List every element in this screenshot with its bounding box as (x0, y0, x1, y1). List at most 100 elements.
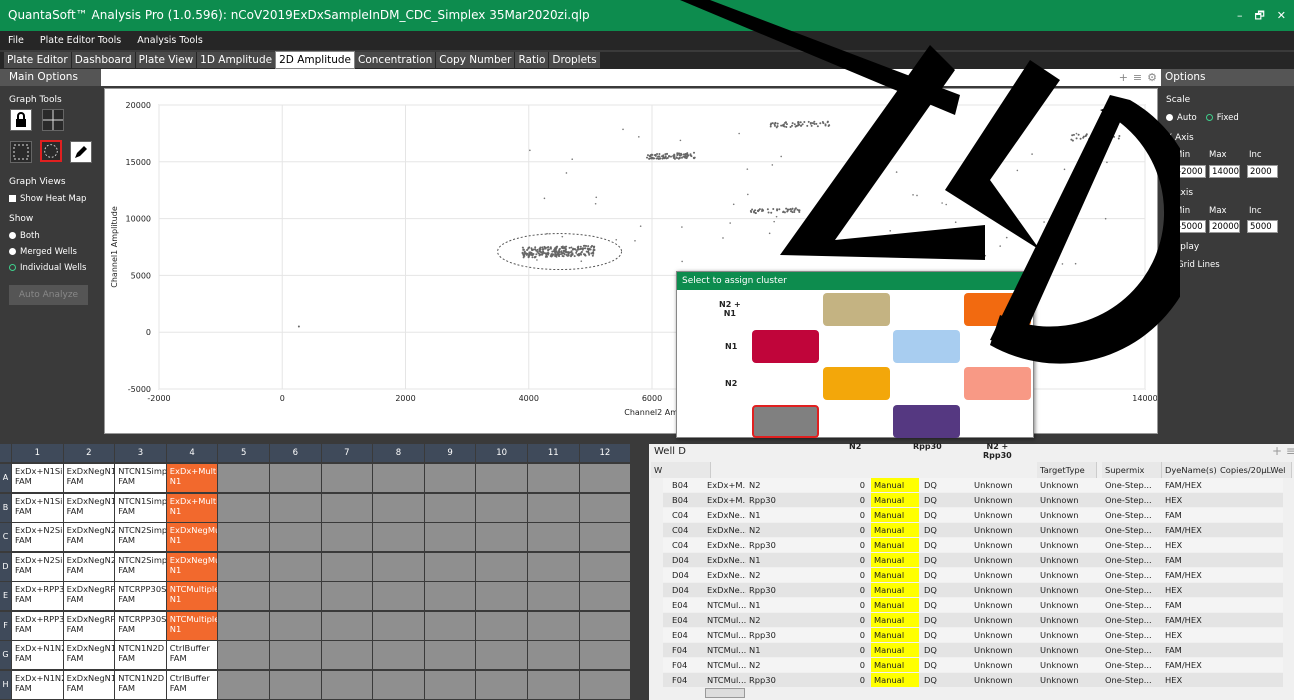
tab-1d-amplitude[interactable]: 1D Amplitude (197, 52, 276, 68)
plate-well[interactable] (476, 464, 527, 492)
plate-well[interactable] (321, 611, 373, 640)
tab-concentration[interactable]: Concentration (355, 52, 436, 68)
plate-well[interactable] (528, 464, 579, 492)
plate-well[interactable] (373, 523, 424, 551)
plate-well[interactable] (476, 611, 527, 640)
x-inc-input[interactable]: 2000 (1247, 165, 1278, 178)
radio-both[interactable]: Both (0, 228, 40, 243)
plate-well[interactable] (528, 523, 579, 551)
tab-plate-view[interactable]: Plate View (135, 52, 197, 68)
table-col-header[interactable]: W (651, 462, 711, 478)
menu-file[interactable]: File (0, 31, 32, 50)
fixed-label[interactable]: Fixed (1217, 113, 1239, 123)
plate-well[interactable] (218, 582, 269, 610)
plate-well[interactable]: NTCRPP30S FAM (115, 611, 166, 640)
pencil-tool-icon[interactable] (70, 141, 92, 163)
plate-well[interactable] (579, 523, 631, 551)
plate-well[interactable]: ExDxNegN1 FAM (63, 464, 115, 492)
plate-well[interactable] (218, 611, 269, 640)
plate-well[interactable]: NTCN1N2D FAM (115, 641, 166, 669)
plate-well[interactable]: ExDx+N2Sin FAM (12, 552, 63, 581)
plate-well[interactable]: ExDxNegN1 FAM (63, 641, 115, 669)
plate-well[interactable]: ExDxNegN1 FAM (63, 493, 115, 522)
rectangle-select-tool-icon[interactable] (10, 141, 32, 163)
plate-well[interactable] (321, 582, 373, 610)
menu-analysis-tools[interactable]: Analysis Tools (129, 31, 211, 50)
plate-well[interactable] (579, 493, 631, 522)
table-col-header[interactable]: DyeName(s) (1162, 462, 1222, 478)
plate-well[interactable]: ExDxNegN2 FAM (63, 523, 115, 551)
plate-well[interactable] (373, 611, 424, 640)
plate-well[interactable] (476, 523, 527, 551)
plate-well[interactable] (270, 641, 321, 669)
plate-well[interactable] (270, 670, 321, 699)
plate-well[interactable]: NTCMultiple N1 (166, 611, 218, 640)
plate-well[interactable]: NTCN1Simp FAM (115, 493, 166, 522)
plate-row-header[interactable]: C (0, 523, 11, 551)
plate-well[interactable]: NTCN1N2D FAM (115, 670, 166, 699)
plate-well[interactable] (528, 670, 579, 699)
plate-well[interactable]: ExDxNegMu N1 (166, 523, 218, 551)
plate-row-header[interactable]: E (0, 582, 11, 610)
tab-2d-amplitude[interactable]: 2D Amplitude (275, 51, 356, 69)
plate-well[interactable] (321, 552, 373, 581)
plate-well[interactable]: NTCMultiple N1 (166, 582, 218, 610)
plate-well[interactable]: ExDx+N1N2 FAM (12, 641, 63, 669)
plate-well[interactable] (373, 464, 424, 492)
lock-tool-icon[interactable] (10, 109, 32, 131)
tab-droplets[interactable]: Droplets (549, 52, 600, 68)
plate-col-header[interactable]: 4 (166, 444, 218, 462)
plate-col-header[interactable]: 6 (270, 444, 321, 462)
plate-well[interactable] (528, 641, 579, 669)
plate-well[interactable] (321, 641, 373, 669)
plate-well[interactable] (218, 552, 269, 581)
plate-well[interactable] (424, 493, 476, 522)
plate-well[interactable]: ExDx+N1Sin FAM (12, 493, 63, 522)
tab-plate-editor[interactable]: Plate Editor (4, 52, 71, 68)
plate-well[interactable]: ExDx+RPP3(FAM (12, 582, 63, 610)
plate-well[interactable] (321, 464, 373, 492)
plate-well[interactable] (270, 552, 321, 581)
plate-col-header[interactable]: 3 (115, 444, 166, 462)
plate-col-header[interactable]: 12 (579, 444, 631, 462)
plate-well[interactable] (476, 582, 527, 610)
close-button[interactable]: ✕ (1277, 0, 1286, 31)
plate-well[interactable] (218, 493, 269, 522)
plate-well[interactable]: ExDxNegRP FAM (63, 582, 115, 610)
horizontal-scrollbar[interactable] (705, 688, 745, 698)
plate-well[interactable] (424, 641, 476, 669)
plate-well[interactable] (579, 582, 631, 610)
plate-well[interactable] (373, 670, 424, 699)
plate-well[interactable] (218, 641, 269, 669)
plate-well[interactable]: NTCN2Simp FAM (115, 523, 166, 551)
plate-well[interactable] (476, 670, 527, 699)
plate-well[interactable]: ExDx+Multi N1 (166, 464, 218, 492)
tab-copy-number[interactable]: Copy Number (436, 52, 515, 68)
plate-well[interactable] (579, 611, 631, 640)
minimize-button[interactable]: – (1237, 0, 1243, 31)
plate-col-header[interactable]: 8 (373, 444, 424, 462)
plate-well[interactable] (424, 611, 476, 640)
x-max-input[interactable]: 14000 (1209, 165, 1240, 178)
y-max-input[interactable]: 20000 (1209, 220, 1240, 233)
plate-row-header[interactable]: F (0, 611, 11, 640)
plate-well[interactable] (424, 670, 476, 699)
plate-well[interactable] (528, 582, 579, 610)
plate-well[interactable]: NTCN1Simp FAM (115, 464, 166, 492)
plate-well[interactable]: ExDx+Multi N1 (166, 493, 218, 522)
table-col-header[interactable]: Copies/20µLWel (1217, 462, 1292, 478)
plate-well[interactable] (579, 464, 631, 492)
plate-col-header[interactable]: 9 (424, 444, 476, 462)
plate-col-header[interactable]: 11 (528, 444, 579, 462)
table-col-header[interactable]: Supermix (1102, 462, 1162, 478)
plate-well[interactable] (270, 493, 321, 522)
plate-col-header[interactable]: 10 (476, 444, 527, 462)
plate-well[interactable] (373, 582, 424, 610)
plate-well[interactable] (424, 582, 476, 610)
plate-well[interactable] (528, 552, 579, 581)
plate-well[interactable] (321, 670, 373, 699)
menu-plate-editor-tools[interactable]: Plate Editor Tools (32, 31, 129, 50)
y-inc-input[interactable]: 5000 (1247, 220, 1278, 233)
plate-col-header[interactable]: 1 (12, 444, 63, 462)
plate-col-header[interactable]: 5 (218, 444, 269, 462)
